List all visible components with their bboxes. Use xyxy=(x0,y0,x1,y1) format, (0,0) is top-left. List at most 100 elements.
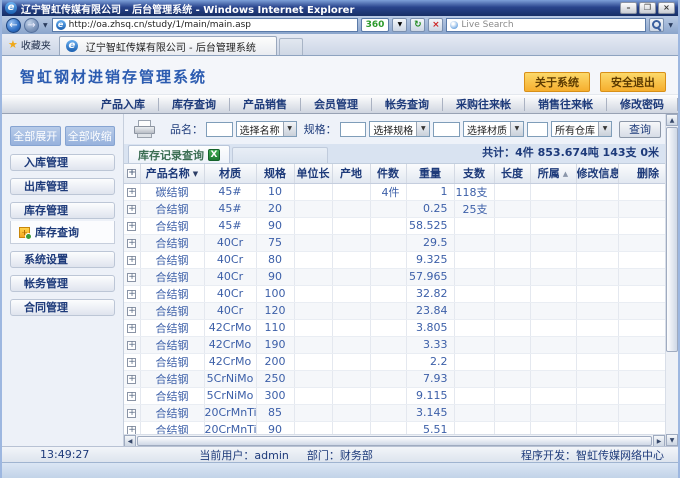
about-system-button[interactable]: 关于系统 xyxy=(524,72,590,92)
query-button[interactable]: 查询 xyxy=(619,121,661,138)
sidebar: 全部展开 全部收缩 入库管理出库管理库存管理库存查询系统设置帐务管理合同管理 xyxy=(2,114,124,446)
nav-item-5[interactable]: 采购往来帐 xyxy=(443,98,525,111)
row-expand-icon[interactable]: + xyxy=(127,222,136,231)
forward-button[interactable]: → xyxy=(24,18,39,33)
sidebar-item-2-0[interactable]: 库存查询 xyxy=(19,224,114,240)
column-header-9[interactable]: 所属▲ xyxy=(530,164,576,183)
column-header-10[interactable]: 修改信息 xyxy=(576,164,618,183)
row-expand-icon[interactable]: + xyxy=(127,392,136,401)
nav-item-7[interactable]: 修改密码 xyxy=(607,98,678,111)
browser-tab[interactable]: e 辽宁智虹传媒有限公司 - 后台管理系统 xyxy=(59,36,277,55)
column-label: 件数 xyxy=(377,167,399,180)
expander-cell: + xyxy=(124,268,140,285)
material-input[interactable] xyxy=(433,122,460,137)
vertical-scrollbar[interactable]: ▲ ▼ xyxy=(665,114,678,446)
cell: 合结钢 xyxy=(140,421,204,434)
column-header-11[interactable]: 删除 xyxy=(618,164,665,183)
row-expand-icon[interactable]: + xyxy=(127,426,136,435)
sidebar-section-1[interactable]: 出库管理 xyxy=(10,178,115,195)
nav-item-6[interactable]: 销售往来帐 xyxy=(525,98,607,111)
minimize-button[interactable]: – xyxy=(620,2,637,14)
scroll-down-icon[interactable]: ▼ xyxy=(666,434,678,446)
history-dropdown-icon[interactable]: ▼ xyxy=(42,22,49,29)
row-expand-icon[interactable]: + xyxy=(127,256,136,265)
row-expand-icon[interactable]: + xyxy=(127,324,136,333)
nav-item-2[interactable]: 产品销售 xyxy=(230,98,301,111)
cell xyxy=(332,319,370,336)
cell: 40Cr xyxy=(204,285,256,302)
scroll-left-icon[interactable]: ◀ xyxy=(124,435,136,447)
expand-all-button[interactable]: 全部展开 xyxy=(10,126,61,146)
scroll-up-icon[interactable]: ▲ xyxy=(666,114,678,126)
scroll-right-icon[interactable]: ▶ xyxy=(653,435,665,447)
sidebar-section-4[interactable]: 帐务管理 xyxy=(10,275,115,292)
nav-item-4[interactable]: 帐务查询 xyxy=(372,98,443,111)
row-expand-icon[interactable]: + xyxy=(127,290,136,299)
cell xyxy=(454,251,494,268)
column-header-1[interactable]: 材质 xyxy=(204,164,256,183)
sidebar-section-2[interactable]: 库存管理 xyxy=(10,202,115,219)
column-header-2[interactable]: 规格 xyxy=(256,164,294,183)
vscroll-thumb[interactable] xyxy=(666,127,678,352)
horizontal-scrollbar[interactable]: ◀ ▶ xyxy=(124,434,665,446)
cell xyxy=(530,353,576,370)
row-expand-icon[interactable]: + xyxy=(127,273,136,282)
select-material-dropdown[interactable]: 选择材质 ▼ xyxy=(463,121,524,137)
spec-input[interactable] xyxy=(340,122,367,137)
cell xyxy=(454,285,494,302)
cell xyxy=(530,319,576,336)
refresh-button[interactable]: ↻ xyxy=(410,18,425,32)
sidebar-section-3[interactable]: 系统设置 xyxy=(10,251,115,268)
row-expand-icon[interactable]: + xyxy=(127,188,136,197)
nav-item-1[interactable]: 库存查询 xyxy=(159,98,230,111)
hscroll-thumb[interactable] xyxy=(137,436,652,446)
table-row: +合结钢42CrMo1903.33 xyxy=(124,336,665,353)
row-expand-icon[interactable]: + xyxy=(127,409,136,418)
close-button[interactable]: × xyxy=(658,2,675,14)
column-header-4[interactable]: 产地 xyxy=(332,164,370,183)
column-header-6[interactable]: 重量 xyxy=(406,164,454,183)
row-expand-icon[interactable]: + xyxy=(127,341,136,350)
360-badge[interactable]: 360 xyxy=(361,18,390,32)
row-expand-icon[interactable]: + xyxy=(127,375,136,384)
column-header-0[interactable]: 产品名称▼ xyxy=(140,164,204,183)
address-input[interactable]: e http://oa.zhsq.cn/study/1/main/main.as… xyxy=(52,18,358,32)
row-expand-icon[interactable]: + xyxy=(127,205,136,214)
warehouse-input[interactable] xyxy=(527,122,548,137)
nav-item-0[interactable]: 产品入库 xyxy=(88,98,159,111)
360-dropdown-icon[interactable]: ▼ xyxy=(392,18,407,32)
select-name-dropdown[interactable]: 选择名称 ▼ xyxy=(236,121,297,137)
column-header-8[interactable]: 长度 xyxy=(494,164,530,183)
row-expand-icon[interactable]: + xyxy=(127,307,136,316)
cell xyxy=(294,404,332,421)
new-tab-button[interactable] xyxy=(279,38,303,55)
collapse-all-button[interactable]: 全部收缩 xyxy=(65,126,116,146)
warehouse-dropdown[interactable]: 所有仓库 ▼ xyxy=(551,121,612,137)
column-header-7[interactable]: 支数 xyxy=(454,164,494,183)
select-spec-dropdown[interactable]: 选择规格 ▼ xyxy=(369,121,430,137)
favorites-button[interactable]: ★ 收藏夹 xyxy=(6,37,59,55)
nav-item-3[interactable]: 会员管理 xyxy=(301,98,372,111)
search-input[interactable]: Live Search xyxy=(446,18,646,32)
sidebar-section-0[interactable]: 入库管理 xyxy=(10,154,115,171)
tab-inventory-records[interactable]: 库存记录查询 X xyxy=(128,145,230,163)
cell xyxy=(454,370,494,387)
stop-button[interactable]: × xyxy=(428,18,443,32)
product-name-input[interactable] xyxy=(206,122,233,137)
back-button[interactable]: ← xyxy=(6,18,21,33)
sidebar-section-5[interactable]: 合同管理 xyxy=(10,299,115,316)
cell xyxy=(294,217,332,234)
restore-button[interactable]: ❐ xyxy=(639,2,656,14)
cell xyxy=(454,234,494,251)
row-expand-icon[interactable]: + xyxy=(127,358,136,367)
search-options-dropdown-icon[interactable]: ▼ xyxy=(667,22,674,29)
row-expand-icon[interactable]: + xyxy=(127,239,136,248)
excel-export-icon[interactable]: X xyxy=(208,149,220,161)
printer-icon[interactable] xyxy=(132,120,158,139)
safe-exit-button[interactable]: 安全退出 xyxy=(600,72,666,92)
column-label: 删除 xyxy=(637,167,659,180)
expand-all-icon[interactable]: + xyxy=(127,169,136,178)
search-go-button[interactable] xyxy=(649,18,664,32)
column-header-5[interactable]: 件数 xyxy=(370,164,406,183)
column-header-3[interactable]: 单位长 xyxy=(294,164,332,183)
